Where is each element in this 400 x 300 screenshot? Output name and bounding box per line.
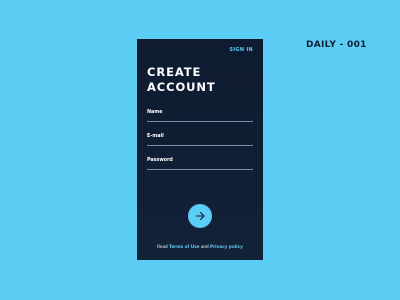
submit-button[interactable] bbox=[188, 204, 212, 228]
name-field-group: Name bbox=[147, 110, 253, 122]
page-title: CREATE ACCOUNT bbox=[147, 65, 216, 95]
password-input[interactable] bbox=[147, 163, 253, 170]
legal-connector: and bbox=[200, 244, 209, 249]
signup-card: SIGN IN CREATE ACCOUNT Name E-mail Passw… bbox=[137, 39, 263, 260]
privacy-policy-link[interactable]: Privacy policy bbox=[210, 244, 243, 249]
daily-label: DAILY - 001 bbox=[306, 40, 367, 50]
arrow-right-icon bbox=[195, 211, 205, 221]
legal-text: Read Terms of Use and Privacy policy bbox=[137, 244, 263, 249]
title-line-1: CREATE bbox=[147, 65, 202, 79]
title-line-2: ACCOUNT bbox=[147, 80, 216, 94]
password-field-group: Password bbox=[147, 158, 253, 170]
legal-prefix: Read bbox=[157, 244, 168, 249]
terms-of-use-link[interactable]: Terms of Use bbox=[169, 244, 199, 249]
name-input[interactable] bbox=[147, 115, 253, 122]
email-input[interactable] bbox=[147, 139, 253, 146]
email-field-group: E-mail bbox=[147, 134, 253, 146]
sign-in-link[interactable]: SIGN IN bbox=[229, 47, 253, 53]
